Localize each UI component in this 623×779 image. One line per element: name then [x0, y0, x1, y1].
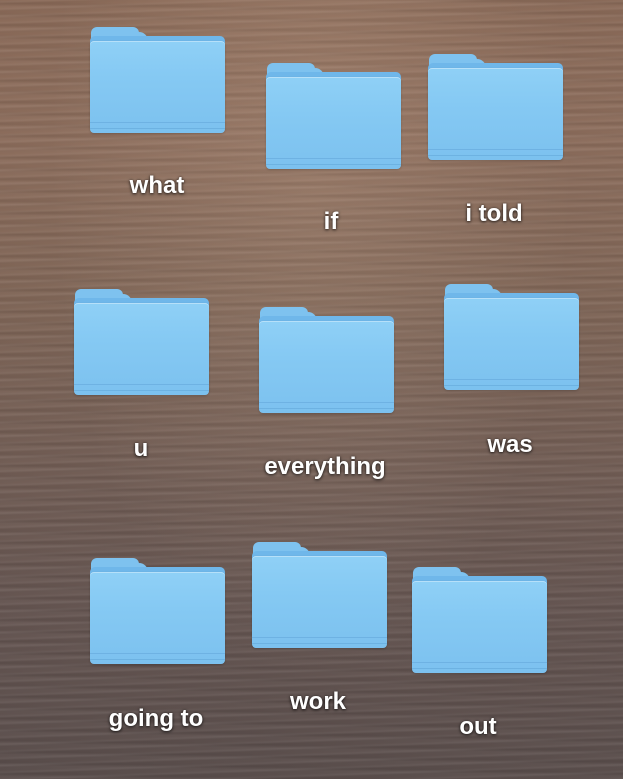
folder-label: u — [133, 435, 149, 462]
folder-label: going to — [108, 705, 204, 732]
folder-icon[interactable] — [252, 542, 387, 648]
folder-label: was — [487, 431, 533, 458]
folder-icon[interactable] — [90, 558, 225, 664]
folder-icon[interactable] — [266, 63, 401, 169]
folder-icon[interactable] — [444, 284, 579, 390]
folder-label: everything — [264, 453, 386, 480]
folder-label: out — [459, 713, 497, 740]
folder-icon[interactable] — [428, 54, 563, 160]
folder-label: if — [323, 208, 339, 235]
folder-label: work — [289, 688, 347, 715]
folder-label: what — [129, 172, 185, 199]
folder-label: i told — [465, 200, 523, 227]
desktop: what if i told u everything was going to… — [0, 0, 623, 779]
folder-icon[interactable] — [259, 307, 394, 413]
folder-icon[interactable] — [74, 289, 209, 395]
folder-icon[interactable] — [90, 27, 225, 133]
folder-icon[interactable] — [412, 567, 547, 673]
